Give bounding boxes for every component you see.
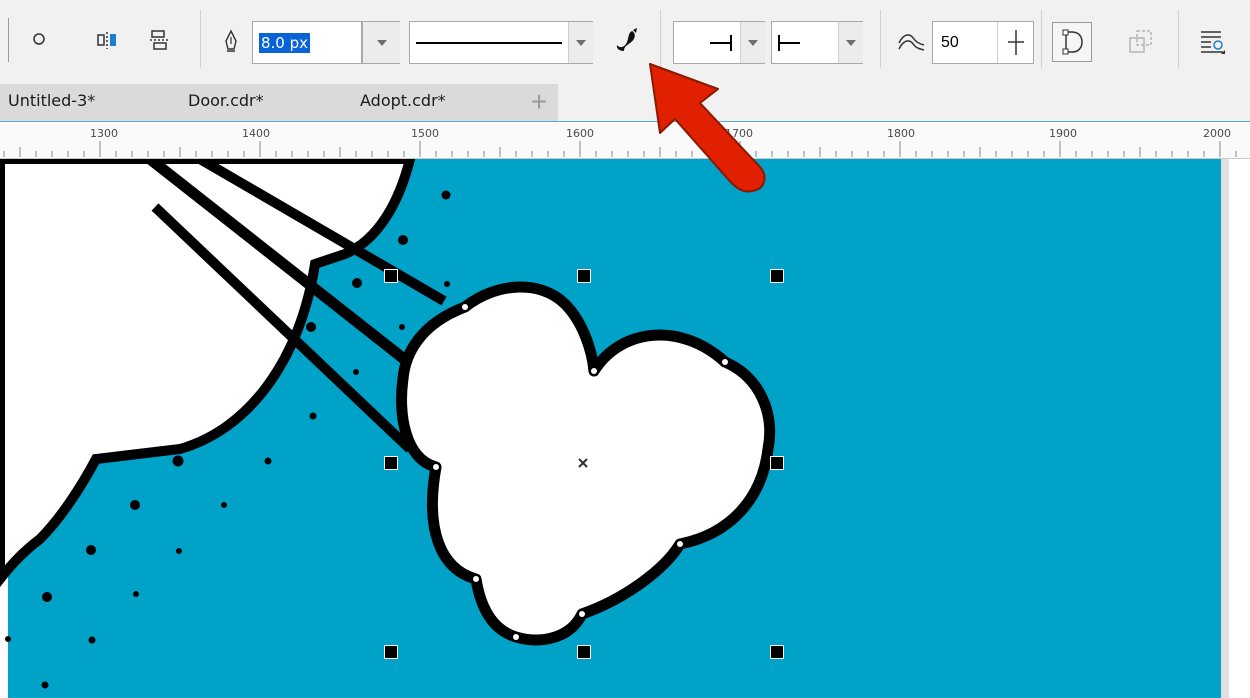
smooth-curve-icon [894, 26, 928, 56]
separator [880, 10, 881, 68]
convert-to-object-icon[interactable] [1122, 22, 1158, 62]
separator [1041, 10, 1042, 68]
end-arrowhead-dropdown[interactable] [771, 21, 863, 64]
end-arrowhead-preview [778, 35, 800, 51]
selection-handle-top-center[interactable] [577, 269, 591, 283]
close-curve-icon[interactable] [1052, 22, 1092, 62]
outline-width-dropdown[interactable] [362, 21, 400, 64]
tab-untitled-3[interactable]: Untitled-3* [8, 91, 95, 110]
tab-adopt[interactable]: Adopt.cdr* [360, 91, 446, 110]
tab-underline [0, 121, 1250, 122]
miter-value-input[interactable]: 50 [932, 21, 1034, 64]
tab-door[interactable]: Door.cdr* [188, 91, 264, 110]
add-tab-button[interactable]: + [527, 88, 551, 116]
horizontal-ruler[interactable]: 1300 1400 1500 1600 1700 1800 1900 2000 [0, 123, 1250, 159]
ruler-label: 1900 [1049, 127, 1077, 140]
ruler-label: 2000 [1203, 127, 1231, 140]
property-bar: 8.0 px 50 [0, 0, 1250, 84]
outline-width-input[interactable]: 8.0 px [252, 21, 362, 64]
separator [1178, 10, 1179, 68]
ruler-label: 1300 [90, 127, 118, 140]
align-icon[interactable] [93, 26, 121, 54]
line-style-dropdown[interactable] [409, 21, 593, 64]
start-arrowhead-dropdown[interactable] [673, 21, 765, 64]
selection-handle-middle-right[interactable] [770, 456, 784, 470]
calligraphy-brush-icon[interactable] [608, 22, 644, 62]
wrap-text-icon[interactable] [1192, 22, 1232, 62]
ruler-label: 1700 [725, 127, 753, 140]
selection-handle-bottom-right[interactable] [770, 645, 784, 659]
ruler-label: 1500 [411, 127, 439, 140]
drawing-canvas[interactable] [0, 159, 1250, 698]
outline-width-value: 8.0 px [259, 32, 311, 53]
miter-value: 50 [941, 34, 959, 51]
selection-handle-middle-left[interactable] [384, 456, 398, 470]
selection-handle-top-right[interactable] [770, 269, 784, 283]
document-tab-bar: Untitled-3* Door.cdr* Adopt.cdr* + [0, 84, 1250, 122]
selection-handle-top-left[interactable] [384, 269, 398, 283]
miter-stepper[interactable] [997, 22, 1034, 63]
ruler-label: 1800 [887, 127, 915, 140]
page-edge [1221, 159, 1229, 698]
line-style-preview [416, 42, 562, 44]
left-partial-control[interactable] [0, 18, 9, 62]
ruler-label: 1600 [566, 127, 594, 140]
selection-handle-bottom-center[interactable] [577, 645, 591, 659]
separator [200, 10, 201, 68]
selection-handle-bottom-left[interactable] [384, 645, 398, 659]
ruler-label: 1400 [242, 127, 270, 140]
circle-icon[interactable] [28, 28, 50, 50]
start-arrowhead-preview [710, 35, 732, 51]
artwork [0, 159, 1229, 698]
distribute-icon[interactable] [145, 26, 173, 54]
separator [660, 10, 661, 68]
pen-nib-icon [218, 26, 244, 56]
